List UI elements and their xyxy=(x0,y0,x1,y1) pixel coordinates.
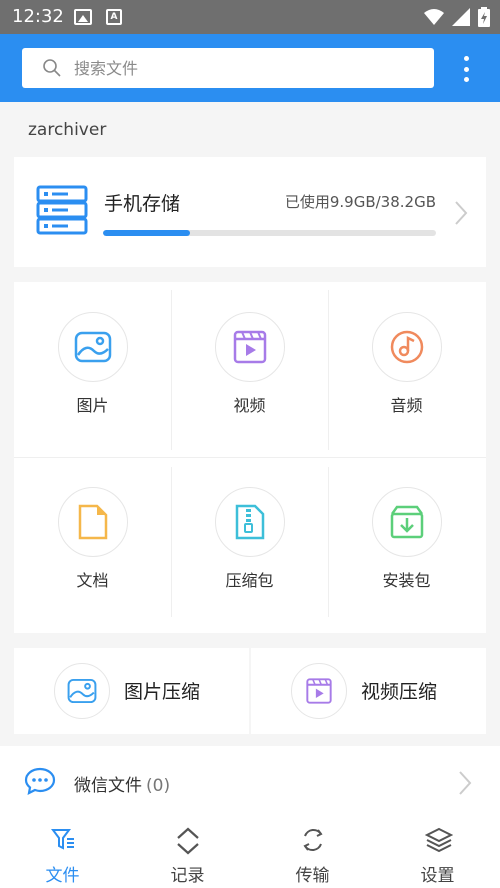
transfer-icon xyxy=(303,829,323,851)
chat-bubble-icon xyxy=(24,767,56,795)
storage-title: 手机存储 xyxy=(104,193,181,215)
nav-settings[interactable]: 设置 xyxy=(375,818,500,888)
package-icon-circle xyxy=(372,487,442,557)
archive-icon xyxy=(235,504,265,540)
archive-icon-circle xyxy=(215,487,285,557)
document-icon-circle xyxy=(58,487,128,557)
video-compress-label: 视频压缩 xyxy=(361,681,438,703)
status-time: 12:32 xyxy=(12,6,64,27)
bottom-navigation: 文件 记录 传输 设置 xyxy=(0,818,500,888)
storage-icon xyxy=(36,185,88,235)
more-options-icon[interactable] xyxy=(456,54,476,84)
wechat-files-row[interactable]: 微信文件 (0) xyxy=(0,746,500,818)
video-icon xyxy=(233,330,267,364)
storage-usage: 已使用9.9GB/38.2GB xyxy=(284,193,436,211)
category-label: 视频 xyxy=(233,396,266,415)
category-label: 安装包 xyxy=(382,571,431,590)
storage-progress-fill xyxy=(103,230,190,236)
image-notification-icon xyxy=(74,9,92,25)
video-compress-icon xyxy=(306,678,332,704)
app-bar xyxy=(0,34,500,102)
storage-progress-bar xyxy=(103,230,436,236)
category-grid: 图片 视频 音频 文档 压缩包 安装包 xyxy=(14,282,486,633)
category-videos[interactable]: 视频 xyxy=(171,282,328,457)
nav-files-label: 文件 xyxy=(45,866,80,886)
category-label: 音频 xyxy=(390,396,423,415)
chevron-right-icon xyxy=(455,201,468,225)
category-packages[interactable]: 安装包 xyxy=(328,457,485,632)
chevron-right-icon xyxy=(459,771,472,795)
search-box[interactable] xyxy=(22,48,434,88)
text-notification-icon: A xyxy=(106,9,122,25)
category-images[interactable]: 图片 xyxy=(14,282,171,457)
audio-icon-circle xyxy=(372,312,442,382)
audio-icon xyxy=(390,330,424,364)
wechat-count: (0) xyxy=(146,776,171,796)
search-input[interactable] xyxy=(74,48,414,88)
image-compress-label: 图片压缩 xyxy=(124,681,201,703)
nav-transfer-label: 传输 xyxy=(295,866,330,886)
image-icon xyxy=(74,331,112,363)
signal-icon xyxy=(452,8,470,26)
battery-icon xyxy=(478,7,490,27)
video-compress-card[interactable]: 视频压缩 xyxy=(251,648,486,734)
document-icon xyxy=(78,504,108,540)
nav-history[interactable]: 记录 xyxy=(125,818,250,888)
files-icon xyxy=(51,829,74,850)
category-archives[interactable]: 压缩包 xyxy=(171,457,328,632)
layers-icon xyxy=(425,827,453,853)
status-bar: 12:32 A xyxy=(0,0,500,34)
category-label: 图片 xyxy=(76,396,109,415)
history-icon xyxy=(177,827,199,855)
video-icon-circle xyxy=(215,312,285,382)
wechat-files-label: 微信文件 (0) xyxy=(74,771,170,796)
wechat-label-text: 微信文件 xyxy=(74,776,142,796)
search-icon xyxy=(43,59,61,77)
image-compress-icon xyxy=(67,678,97,704)
nav-history-label: 记录 xyxy=(170,866,205,886)
nav-transfer[interactable]: 传输 xyxy=(250,818,375,888)
category-label: 压缩包 xyxy=(225,571,274,590)
package-icon xyxy=(390,505,424,539)
category-label: 文档 xyxy=(76,571,109,590)
nav-files[interactable]: 文件 xyxy=(0,818,125,888)
wifi-icon xyxy=(424,9,444,25)
image-icon-circle xyxy=(58,312,128,382)
video-compress-icon-circle xyxy=(291,663,347,719)
phone-storage-card[interactable]: 手机存储 已使用9.9GB/38.2GB xyxy=(14,157,486,267)
image-compress-icon-circle xyxy=(54,663,110,719)
category-documents[interactable]: 文档 xyxy=(14,457,171,632)
section-label: zarchiver xyxy=(28,120,107,140)
category-audio[interactable]: 音频 xyxy=(328,282,485,457)
nav-settings-label: 设置 xyxy=(420,866,455,886)
image-compress-card[interactable]: 图片压缩 xyxy=(14,648,249,734)
